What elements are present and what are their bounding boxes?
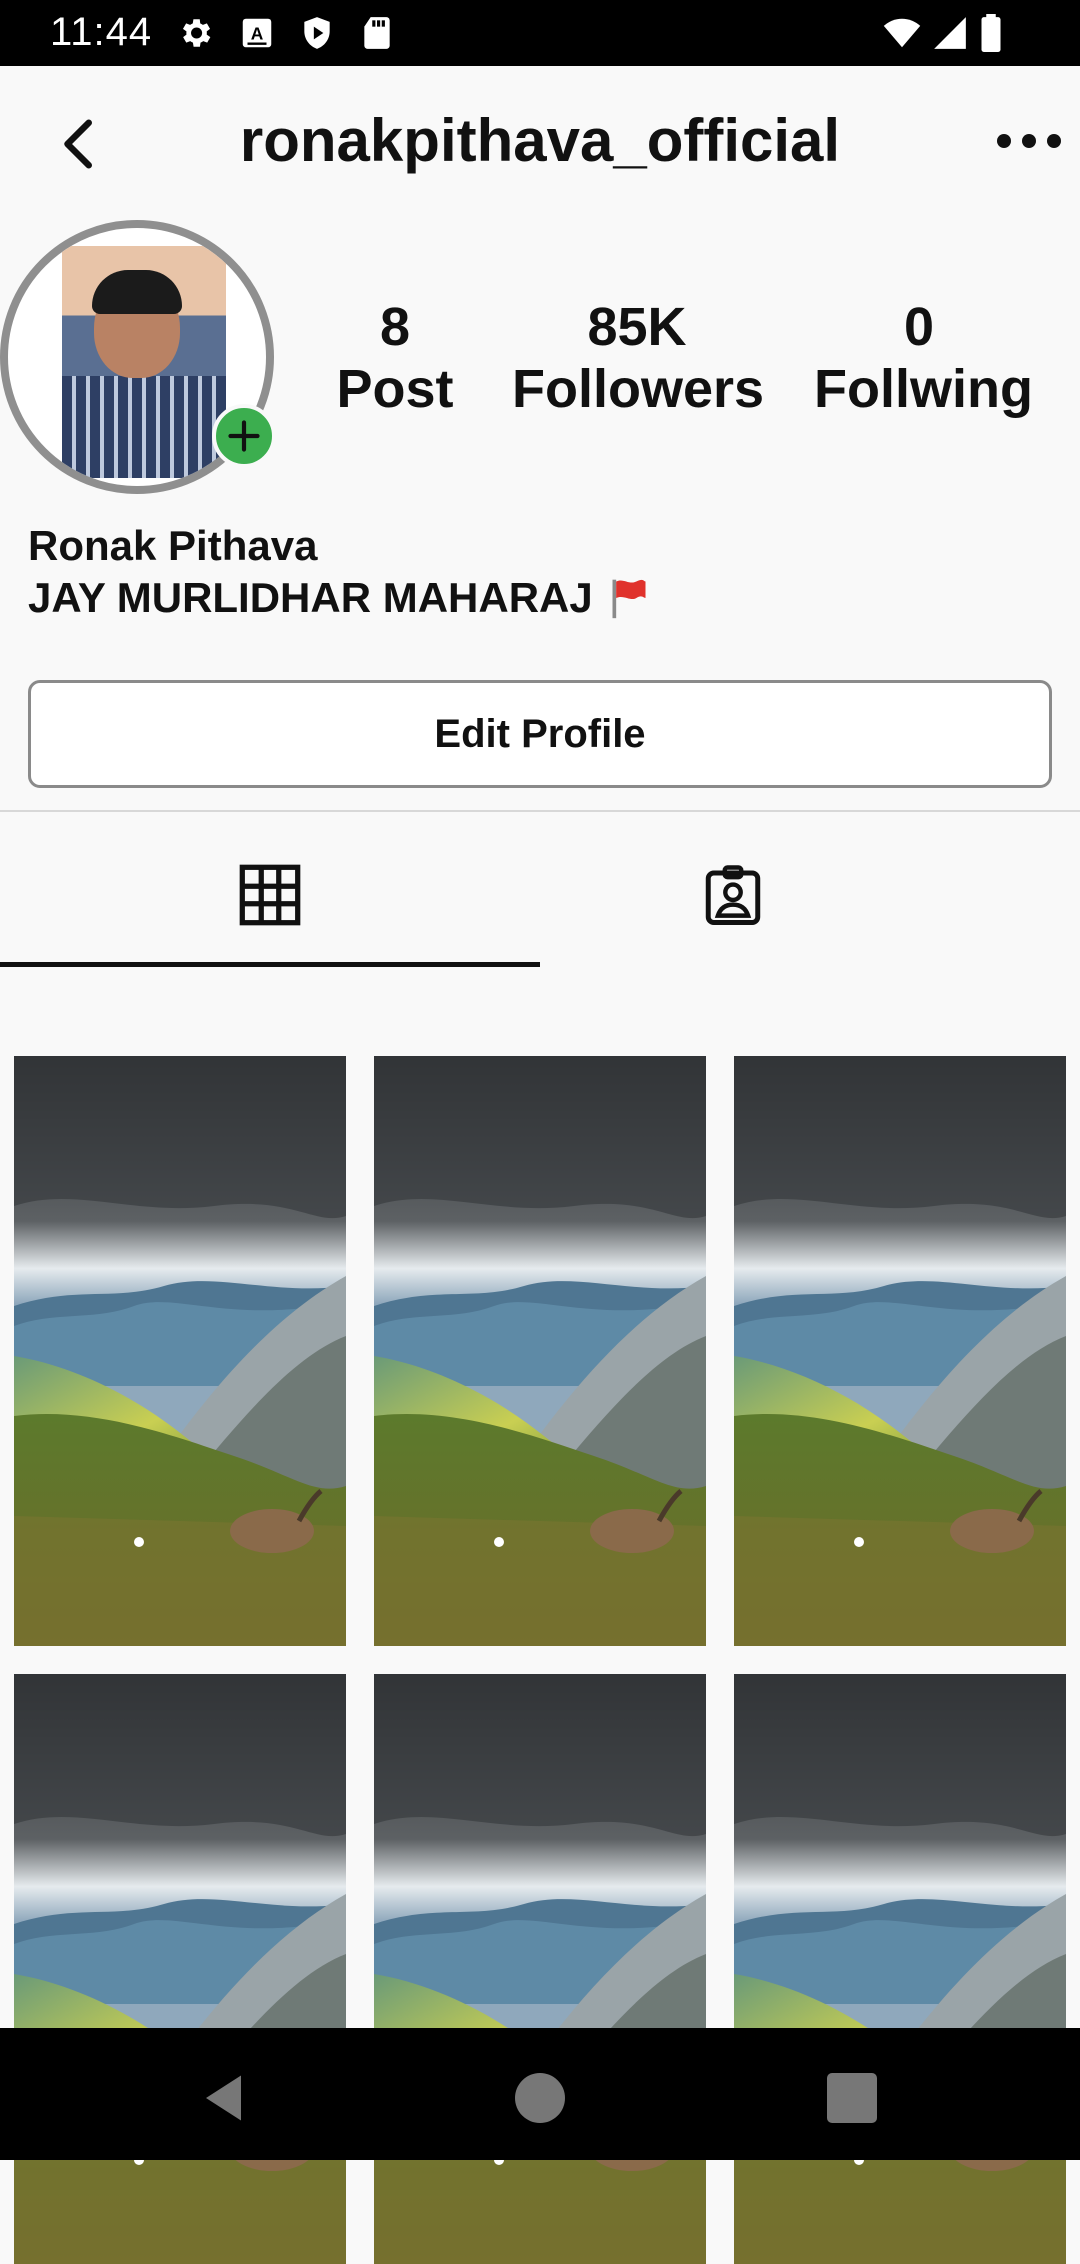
page-title: ronakpithava_official [239, 107, 841, 174]
stat-followers[interactable]: 85K Followers [512, 296, 765, 420]
edit-profile-button[interactable]: Edit Profile [28, 680, 1052, 788]
battery-icon [981, 14, 1001, 52]
landscape-image [14, 1056, 346, 1646]
app-bar: ronakpithava_official [0, 66, 1080, 216]
post-tile[interactable] [14, 1056, 346, 1646]
back-triangle-icon[interactable] [196, 2068, 256, 2128]
stat-following-value: 0 [903, 297, 935, 357]
landscape-image [734, 1674, 1066, 2264]
system-nav-bar [0, 2028, 1080, 2160]
stat-followers-label: Followers [512, 359, 765, 419]
profile-name: Ronak Pithava [28, 522, 318, 569]
tagged-profile-icon [705, 865, 761, 925]
stat-posts[interactable]: 8 Post [330, 296, 460, 420]
post-tile[interactable] [374, 1056, 706, 1646]
bio-text: JAY MURLIDHAR MAHARAJ [28, 574, 593, 621]
grid-icon [239, 864, 301, 926]
red-flag-emoji [612, 579, 646, 619]
sd-card-icon [364, 17, 390, 49]
tab-tagged[interactable] [468, 830, 998, 960]
stat-following-label: Follwing [814, 359, 1033, 419]
landscape-image [374, 1674, 706, 2264]
divider [0, 810, 1080, 812]
home-circle-icon[interactable] [510, 2068, 570, 2128]
plus-icon [228, 420, 260, 452]
stat-followers-value: 85K [587, 297, 687, 357]
avatar-photo [62, 246, 226, 478]
status-bar: 11:44 A [0, 0, 1080, 66]
post-tile[interactable] [14, 1674, 346, 2264]
wifi-icon [883, 18, 921, 48]
gear-icon [182, 19, 211, 47]
post-tile[interactable] [734, 1056, 1066, 1646]
a-icon: A [242, 18, 272, 48]
more-horizontal-icon[interactable] [994, 126, 1064, 156]
recents-square-icon[interactable] [822, 2068, 882, 2128]
tab-posts-grid[interactable] [0, 830, 540, 960]
landscape-image [14, 1674, 346, 2264]
shield-play-icon [304, 17, 330, 49]
post-tile[interactable] [374, 1674, 706, 2264]
stat-following[interactable]: 0 Follwing [814, 296, 1033, 420]
stat-posts-label: Post [336, 359, 454, 419]
active-tab-indicator [0, 962, 540, 967]
profile-bio: JAY MURLIDHAR MAHARAJ [28, 574, 651, 622]
landscape-image [734, 1056, 1066, 1646]
svg-text:A: A [251, 23, 264, 43]
add-story-button[interactable] [212, 404, 276, 468]
landscape-image [374, 1056, 706, 1646]
stat-posts-value: 8 [379, 297, 411, 357]
status-time: 11:44 [50, 10, 153, 54]
post-tile[interactable] [734, 1674, 1066, 2264]
signal-icon [934, 17, 966, 49]
